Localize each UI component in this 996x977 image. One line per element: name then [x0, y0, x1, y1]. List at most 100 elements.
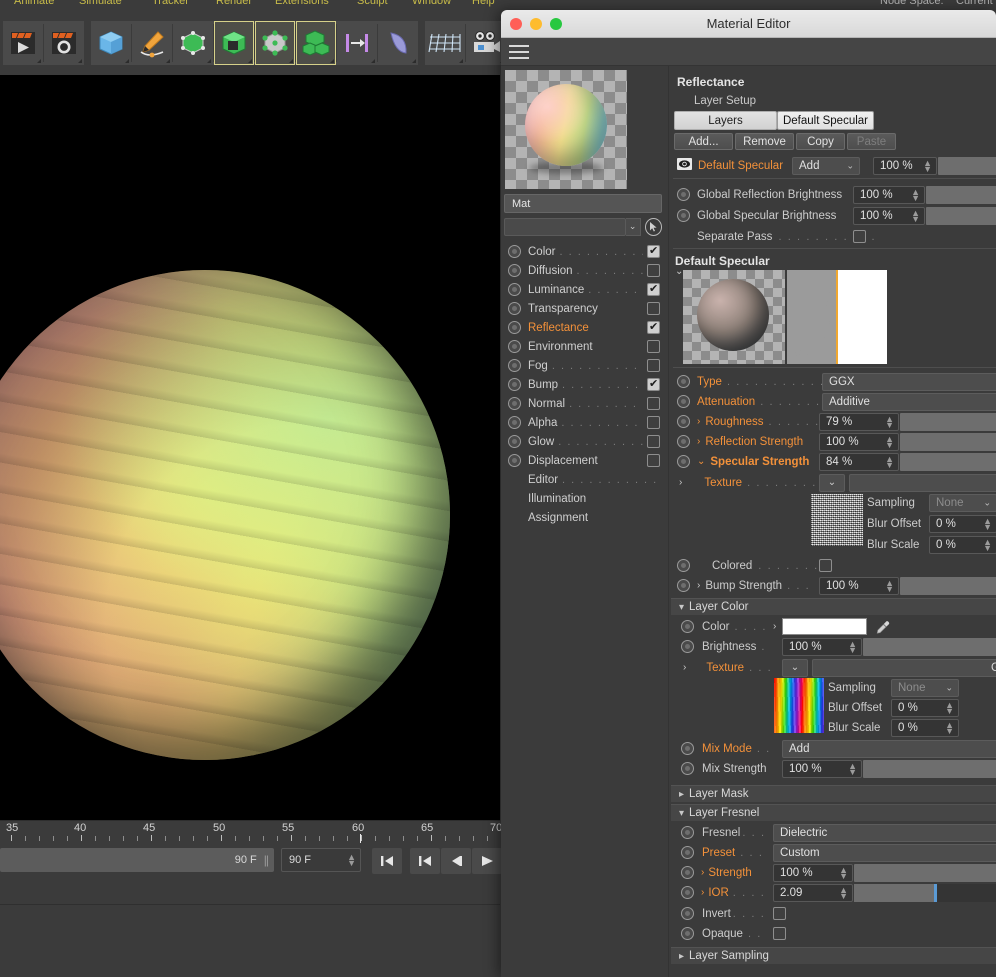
spinner-icon[interactable]: ▲ ▼	[885, 578, 894, 593]
layer-color-sampling-dropdown[interactable]: None ⌄	[891, 678, 959, 697]
parameter-radio-icon[interactable]	[677, 375, 690, 388]
vertex-mode-cube-icon[interactable]	[255, 21, 295, 65]
mix-strength-field[interactable]: 100 % ▲ ▼	[782, 759, 862, 778]
zoom-button[interactable]	[550, 17, 562, 30]
color-swatch[interactable]	[782, 618, 867, 635]
channel-radio-icon[interactable]	[508, 397, 521, 410]
channel-row-environment[interactable]: Environment	[504, 337, 664, 356]
step-back-button[interactable]	[441, 848, 471, 874]
rendered-sphere-object[interactable]	[0, 270, 450, 760]
chevron-down-icon[interactable]: ⌄	[697, 456, 705, 467]
material-name-input[interactable]: Mat	[504, 194, 662, 213]
opaque-row[interactable]: Opaque . .	[677, 924, 996, 943]
layer-color-brightness-field[interactable]: 100 % ▲ ▼	[782, 637, 862, 656]
ior-slider[interactable]	[854, 883, 996, 902]
deformer-bend-icon[interactable]	[378, 21, 418, 65]
settings-gear-icon[interactable]	[44, 21, 84, 65]
channel-radio-icon[interactable]	[508, 302, 521, 315]
pen-spline-icon[interactable]	[132, 21, 172, 65]
roughness-row[interactable]: › Roughness . . . . . . 79 % ▲ ▼	[677, 412, 996, 431]
channel-row-displacement[interactable]: Displacement	[504, 451, 664, 470]
ior-slider-handle[interactable]	[934, 883, 938, 902]
channel-row-illumination[interactable]: Illumination	[504, 489, 664, 508]
channel-checkbox[interactable]	[647, 264, 660, 277]
specular-strength-field[interactable]: 84 % ▲ ▼	[819, 452, 899, 471]
chevron-right-icon[interactable]: ›	[697, 416, 700, 427]
gradient-texture-thumbnail[interactable]	[774, 678, 824, 733]
layer-color-texture-dropdown[interactable]: ⌄	[782, 658, 808, 677]
picker-arrow-icon[interactable]	[644, 217, 662, 236]
global-reflection-brightness-slider[interactable]	[926, 185, 996, 204]
attenuation-row[interactable]: Attenuation . . . . . . . . Additive	[677, 392, 996, 411]
fresnel-dropdown[interactable]: Dielectric	[773, 823, 996, 842]
global-specular-brightness-field[interactable]: 100 % ▲ ▼	[853, 206, 925, 225]
search-input[interactable]	[504, 217, 626, 236]
camera-icon[interactable]	[466, 21, 506, 65]
chevron-right-icon[interactable]: ›	[679, 477, 682, 488]
channel-radio-icon[interactable]	[508, 340, 521, 353]
paste-layer-button[interactable]: Paste	[847, 133, 896, 150]
scrubber-grip-icon[interactable]: ||	[264, 853, 269, 867]
fresnel-strength-slider[interactable]	[854, 863, 996, 882]
layer-color-texture-path-field[interactable]: G	[812, 658, 996, 677]
layer-sampling-group-header[interactable]: ▸ Layer Sampling	[671, 947, 996, 964]
channel-row-editor[interactable]: Editor . . . . . . . . . . .	[504, 470, 664, 489]
menu-item-extensions[interactable]: Extensions	[275, 0, 329, 7]
add-layer-button[interactable]: Add...	[674, 133, 733, 150]
ior-row[interactable]: › IOR . . . . 2.09 ▲ ▼	[677, 883, 996, 902]
specular-blur-scale-field[interactable]: 0 % ▲ ▼	[929, 535, 996, 554]
traffic-lights[interactable]	[510, 17, 562, 30]
noise-texture-thumbnail[interactable]	[811, 494, 863, 546]
layer-color-blur-scale-row[interactable]: Blur Scale 0 % ▲ ▼	[828, 718, 996, 737]
parameter-radio-icon[interactable]	[681, 742, 694, 755]
parameter-radio-icon[interactable]	[681, 866, 694, 879]
point-mode-cube-icon[interactable]	[173, 21, 213, 65]
play-forward-button[interactable]	[472, 848, 502, 874]
parameter-radio-icon[interactable]	[681, 620, 694, 633]
parameter-radio-icon[interactable]	[677, 415, 690, 428]
layer-opacity-field[interactable]: 100 % ▲ ▼	[873, 156, 937, 175]
spinner-icon[interactable]: ▲ ▼	[983, 516, 992, 531]
parameter-radio-icon[interactable]	[677, 209, 690, 222]
spinner-icon[interactable]: ▲ ▼	[848, 761, 857, 776]
chevron-down-icon[interactable]: ⌄	[625, 217, 641, 236]
mix-mode-row[interactable]: Mix Mode . . Add	[677, 739, 996, 758]
channel-search-row[interactable]: ⌄	[504, 216, 662, 237]
cube-icon[interactable]	[91, 21, 131, 65]
specular-sampling-row[interactable]: Sampling None ⌄	[867, 493, 996, 512]
specular-sampling-dropdown[interactable]: None ⌄	[929, 493, 996, 512]
roughness-field[interactable]: 79 % ▲ ▼	[819, 412, 899, 431]
layer-color-color-row[interactable]: Color . . . . ›	[677, 617, 996, 636]
parameter-radio-icon[interactable]	[681, 886, 694, 899]
attenuation-dropdown[interactable]: Additive	[822, 392, 996, 411]
specular-strength-slider[interactable]	[900, 452, 996, 471]
grid-floor-icon[interactable]	[425, 21, 465, 65]
global-reflection-brightness-row[interactable]: Global Reflection Brightness 100 % ▲ ▼	[677, 185, 996, 204]
tab-default-specular[interactable]: Default Specular	[777, 111, 874, 130]
type-dropdown[interactable]: GGX	[822, 372, 996, 391]
channel-row-color[interactable]: Color . . . . . . . . . . . .	[504, 242, 664, 261]
spinner-icon[interactable]: ▲ ▼	[347, 853, 356, 868]
layer-color-texture-row[interactable]: › Texture . . . ⌄ G	[677, 658, 996, 677]
spinner-icon[interactable]: ▲ ▼	[839, 865, 848, 880]
menu-item-render[interactable]: Render	[216, 0, 252, 7]
reflection-strength-field[interactable]: 100 % ▲ ▼	[819, 432, 899, 451]
parameter-radio-icon[interactable]	[677, 395, 690, 408]
parameter-radio-icon[interactable]	[681, 762, 694, 775]
reflection-strength-row[interactable]: › Reflection Strength 100 % ▲ ▼	[677, 432, 996, 451]
layer-color-blur-offset-field[interactable]: 0 % ▲ ▼	[891, 698, 959, 717]
channel-checkbox[interactable]	[647, 416, 660, 429]
fresnel-strength-field[interactable]: 100 % ▲ ▼	[773, 863, 853, 882]
go-to-start-button[interactable]	[372, 848, 402, 874]
global-reflection-brightness-field[interactable]: 100 % ▲ ▼	[853, 185, 925, 204]
type-row[interactable]: Type . . . . . . . . . . . . GGX	[677, 372, 996, 391]
polygon-mode-cube-icon[interactable]	[214, 21, 254, 65]
window-titlebar[interactable]: Material Editor	[501, 10, 996, 38]
spinner-icon[interactable]: ▲ ▼	[945, 700, 954, 715]
specular-texture-path-field[interactable]	[849, 473, 996, 492]
spinner-icon[interactable]: ▲ ▼	[945, 720, 954, 735]
channel-radio-icon[interactable]	[508, 359, 521, 372]
layer-mask-group-header[interactable]: ▸ Layer Mask	[671, 785, 996, 802]
specular-blur-offset-field[interactable]: 0 % ▲ ▼	[929, 514, 996, 533]
layer-color-group-header[interactable]: ▾ Layer Color	[671, 598, 996, 615]
